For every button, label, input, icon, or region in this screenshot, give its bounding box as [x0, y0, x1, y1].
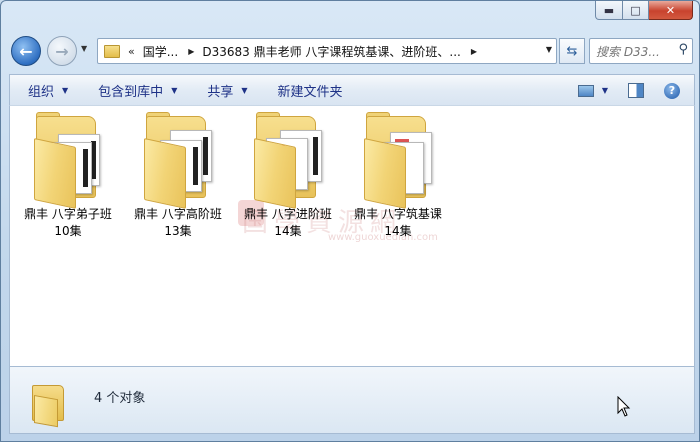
include-in-library-menu[interactable]: 包含到库中 ▼ — [98, 81, 177, 100]
new-folder-label: 新建文件夹 — [277, 85, 343, 100]
folder-icon — [140, 112, 216, 209]
item-count: 4 个对象 — [94, 391, 146, 406]
folder-item[interactable]: 鼎丰 八字筑基课 14集 — [344, 112, 452, 240]
folder-item[interactable]: 鼎丰 八字进阶班 14集 — [234, 112, 342, 240]
recent-pages-dropdown[interactable]: ▼ — [81, 44, 87, 53]
folder-subtitle: 10集 — [54, 224, 82, 238]
breadcrumb-item[interactable]: 国学... — [143, 43, 178, 60]
back-button[interactable]: ← — [11, 36, 41, 66]
search-box[interactable]: ⚲ — [589, 38, 693, 64]
details-pane: 4 个对象 — [9, 366, 695, 434]
search-input[interactable] — [594, 42, 676, 61]
search-icon[interactable]: ⚲ — [678, 42, 688, 57]
folder-name: 鼎丰 八字进阶班 — [244, 207, 332, 221]
view-options-chevron-icon[interactable]: ▼ — [602, 86, 608, 95]
organize-label: 组织 — [28, 85, 55, 100]
organize-menu[interactable]: 组织 ▼ — [28, 81, 68, 100]
new-folder-button[interactable]: 新建文件夹 — [278, 81, 343, 100]
share-menu[interactable]: 共享 ▼ — [207, 81, 247, 100]
share-label: 共享 — [207, 85, 234, 100]
folder-subtitle: 13集 — [164, 224, 192, 238]
folder-icon — [32, 381, 66, 428]
overflow-chevron-icon[interactable]: « — [128, 45, 135, 58]
close-button[interactable]: ✕ — [649, 1, 693, 20]
folder-name: 鼎丰 八字筑基课 — [354, 207, 442, 221]
help-icon[interactable]: ? — [664, 82, 680, 99]
chevron-down-icon: ▼ — [62, 86, 69, 95]
folder-name: 鼎丰 八字高阶班 — [134, 207, 222, 221]
preview-pane-icon[interactable] — [628, 83, 644, 98]
folder-name: 鼎丰 八字弟子班 — [24, 207, 112, 221]
chevron-down-icon: ▼ — [241, 86, 248, 95]
forward-button[interactable]: → — [47, 36, 77, 66]
breadcrumb-item[interactable]: D33683 鼎丰老师 八字课程筑基课、进阶班、... — [202, 43, 461, 60]
address-bar[interactable]: « 国学... ▶ D33683 鼎丰老师 八字课程筑基课、进阶班、... ▶ … — [97, 38, 557, 64]
command-bar: 组织 ▼ 包含到库中 ▼ 共享 ▼ 新建文件夹 ▼ ? — [9, 74, 695, 106]
folder-item[interactable]: 鼎丰 八字弟子班 10集 — [14, 112, 122, 240]
folder-subtitle: 14集 — [384, 224, 412, 238]
folder-icon — [104, 44, 120, 58]
refresh-button[interactable]: ⇆ — [559, 38, 585, 64]
folder-icon — [250, 112, 326, 209]
breadcrumb-separator-icon[interactable]: ▶ — [188, 47, 194, 56]
change-view-icon[interactable] — [577, 84, 594, 97]
folder-item[interactable]: 鼎丰 八字高阶班 13集 — [124, 112, 232, 240]
address-dropdown-icon[interactable]: ▼ — [546, 45, 552, 54]
include-in-library-label: 包含到库中 — [98, 85, 164, 100]
folder-subtitle: 14集 — [274, 224, 302, 238]
chevron-down-icon: ▼ — [171, 86, 178, 95]
file-list[interactable]: 国學資源網 www.guoxuedian.com 鼎丰 八字弟子班 10集 鼎丰… — [9, 105, 695, 367]
toolbar-right: ▼ ? — [577, 75, 694, 106]
maximize-button[interactable]: □ — [623, 1, 649, 20]
caption-buttons: ▬ □ ✕ — [595, 1, 693, 20]
minimize-button[interactable]: ▬ — [595, 1, 623, 20]
folder-icon — [30, 112, 106, 209]
explorer-window: ▬ □ ✕ ← → ▼ « 国学... ▶ D33683 鼎丰老师 八字课程筑基… — [0, 0, 700, 442]
folder-icon — [360, 112, 436, 209]
breadcrumb-separator-icon[interactable]: ▶ — [471, 47, 477, 56]
